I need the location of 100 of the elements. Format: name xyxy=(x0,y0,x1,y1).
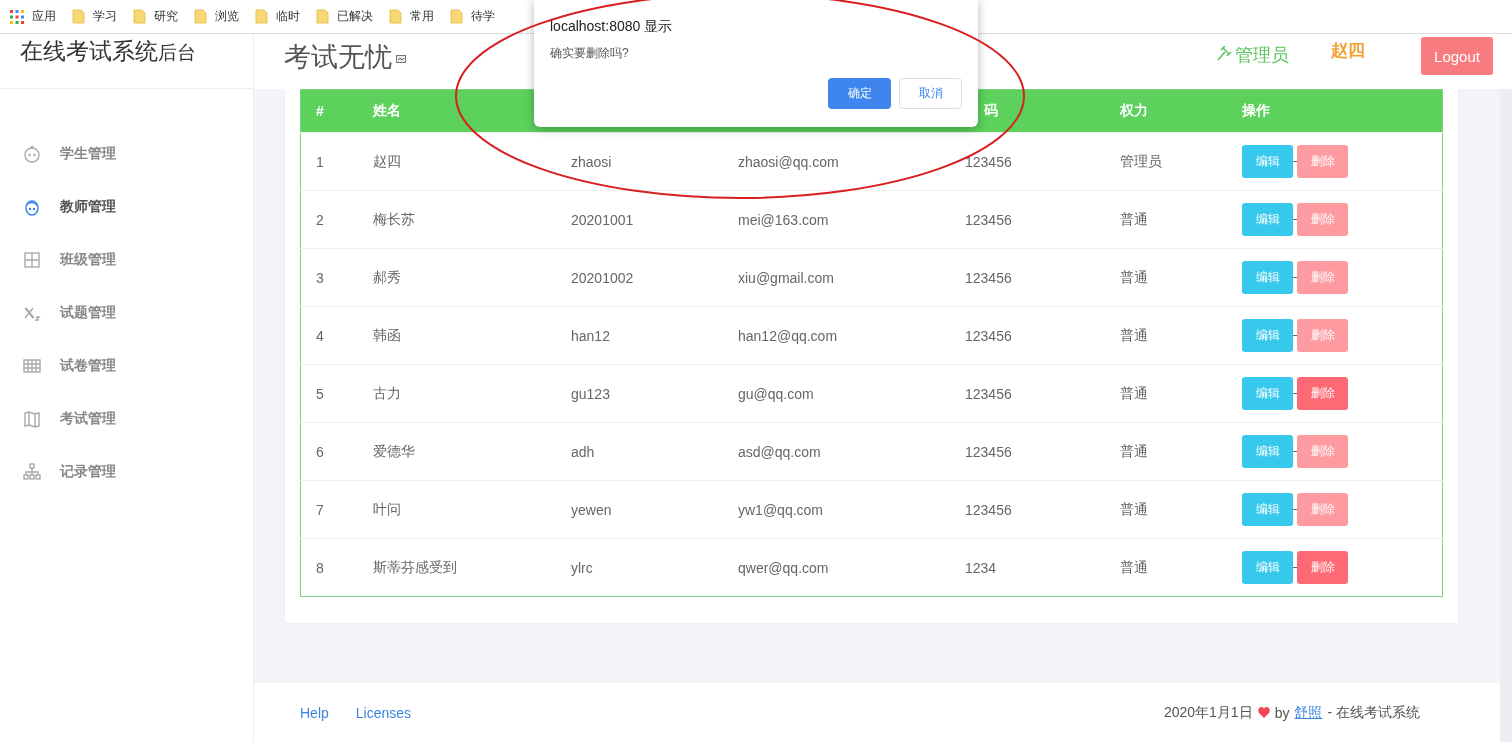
table-cell: 普通 xyxy=(1120,500,1148,517)
heart-icon xyxy=(1257,707,1270,718)
ok-button[interactable]: 确定 xyxy=(828,78,891,109)
bookmark[interactable]: 常用 xyxy=(389,8,434,25)
user-role: 管理员 xyxy=(1235,44,1289,67)
edit-button[interactable]: 编辑 xyxy=(1242,319,1293,352)
column-header: 操作 xyxy=(1242,102,1270,118)
delete-button[interactable]: 删除 xyxy=(1297,551,1348,584)
footer-text: - 在线考试系统 xyxy=(1327,703,1420,722)
table-cell: 梅长苏 xyxy=(373,210,415,227)
table-cell: 管理员 xyxy=(1120,152,1162,169)
footer-link[interactable]: Licenses xyxy=(355,704,412,721)
table-cell: 普通 xyxy=(1120,442,1148,459)
column-header: # xyxy=(316,103,324,119)
footer-link[interactable]: Help xyxy=(300,704,329,721)
hierarchy-icon xyxy=(22,462,42,482)
table-cell: asd@qq.com xyxy=(738,443,821,460)
bookmark[interactable]: 待学 xyxy=(450,8,495,25)
table-cell: 123456 xyxy=(965,269,1012,286)
table-cell: han12 xyxy=(571,327,610,344)
bookmark[interactable]: 已解决 xyxy=(316,8,373,25)
table-cell: zhaosi xyxy=(571,153,612,170)
edit-button[interactable]: 编辑 xyxy=(1242,551,1293,584)
table-cell: han12@qq.com xyxy=(738,327,838,344)
table-cell: 普通 xyxy=(1120,268,1148,285)
table-cell: 斯蒂芬感受到 xyxy=(373,558,457,575)
edit-button[interactable]: 编辑 xyxy=(1242,493,1293,526)
table-cell: adh xyxy=(571,443,595,460)
author-link[interactable]: 舒照 xyxy=(1294,703,1323,722)
map-icon xyxy=(22,409,42,429)
table-cell: 4 xyxy=(316,327,324,344)
table-cell: 普通 xyxy=(1120,384,1148,401)
edit-button[interactable]: 编辑 xyxy=(1242,145,1293,178)
sidebar-item[interactable]: 试题管理 xyxy=(0,298,253,328)
folder-icon xyxy=(72,9,85,24)
dialog-message: 确实要删除吗? xyxy=(550,45,630,62)
folder-icon xyxy=(194,9,207,24)
table-cell: 普通 xyxy=(1120,558,1148,575)
folder-icon xyxy=(389,9,402,24)
table-cell: 郝秀 xyxy=(373,268,401,285)
grid-icon xyxy=(22,250,42,270)
table-icon xyxy=(22,356,42,376)
folder-icon xyxy=(316,9,329,24)
table-cell: 5 xyxy=(316,385,324,402)
table-cell: 1 xyxy=(316,153,324,170)
sidebar-item[interactable]: 试卷管理 xyxy=(0,351,253,381)
edit-button[interactable]: 编辑 xyxy=(1242,435,1293,468)
baby-face-icon xyxy=(22,144,42,164)
edit-button[interactable]: 编辑 xyxy=(1242,261,1293,294)
logout-button[interactable]: Logout xyxy=(1421,37,1493,75)
edit-button[interactable]: 编辑 xyxy=(1242,377,1293,410)
table-cell: 8 xyxy=(316,559,324,576)
table-cell: 123456 xyxy=(965,327,1012,344)
table-cell: 6 xyxy=(316,443,324,460)
column-header: 码 xyxy=(984,102,998,118)
table-cell: 123456 xyxy=(965,211,1012,228)
column-header: 姓名 xyxy=(373,102,401,118)
table-cell: 20201001 xyxy=(571,211,634,228)
table-cell: 普通 xyxy=(1120,210,1148,227)
bookmark[interactable]: 临时 xyxy=(255,8,300,25)
apps-grid-icon xyxy=(10,9,24,24)
bookmark[interactable]: 应用 xyxy=(10,8,56,25)
sidebar-item[interactable]: 班级管理 xyxy=(0,245,253,275)
footer-date: 2020年1月1日 xyxy=(1163,703,1253,722)
table-cell: 韩函 xyxy=(373,326,401,343)
table-cell: gu@qq.com xyxy=(738,385,814,402)
sidebar-title: 在线考试系统后台 xyxy=(0,34,253,89)
table-cell: 123456 xyxy=(965,153,1012,170)
face-icon xyxy=(22,197,42,217)
hammer-icon xyxy=(1217,46,1233,62)
table-cell: 20201002 xyxy=(571,269,634,286)
bookmark[interactable]: 浏览 xyxy=(194,8,239,25)
sidebar-item[interactable]: 记录管理 xyxy=(0,457,253,487)
sidebar-item[interactable]: 学生管理 xyxy=(0,139,253,169)
table-cell: zhaosi@qq.com xyxy=(738,153,839,170)
folder-icon xyxy=(255,9,268,24)
sidebar-item[interactable]: 考试管理 xyxy=(0,404,253,434)
broken-image-icon xyxy=(396,55,406,63)
table-cell: ylrc xyxy=(571,559,593,576)
table-cell: 2 xyxy=(316,211,324,228)
sidebar-item[interactable]: 教师管理 xyxy=(0,192,253,222)
bookmark[interactable]: 研究 xyxy=(133,8,178,25)
table-cell: yw1@qq.com xyxy=(738,501,824,518)
table-cell: 3 xyxy=(316,269,324,286)
table-cell: 123456 xyxy=(965,443,1012,460)
bookmark[interactable]: 学习 xyxy=(72,8,117,25)
user-name: 赵四 xyxy=(1331,40,1365,62)
table-cell: yewen xyxy=(571,501,612,518)
table-cell: gu123 xyxy=(571,385,610,402)
footer-by: by xyxy=(1274,704,1290,721)
table-cell: mei@163.com xyxy=(738,211,829,228)
delete-button[interactable]: 删除 xyxy=(1297,377,1348,410)
table-cell: 爱德华 xyxy=(373,442,415,459)
edit-button[interactable]: 编辑 xyxy=(1242,203,1293,236)
column-header: 权力 xyxy=(1120,102,1148,118)
folder-icon xyxy=(450,9,463,24)
table-cell: 赵四 xyxy=(373,152,401,169)
page-title: 考试无忧 xyxy=(284,41,392,74)
table-cell: 叶问 xyxy=(373,500,401,517)
cancel-button[interactable]: 取消 xyxy=(899,78,962,109)
